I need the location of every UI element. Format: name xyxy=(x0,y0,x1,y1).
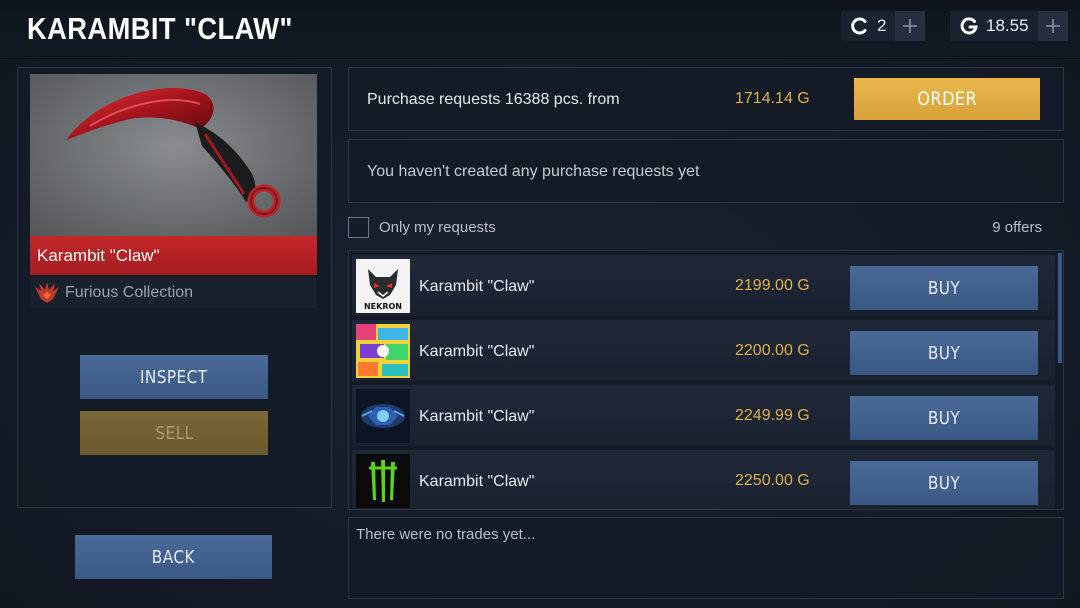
seller-avatar xyxy=(356,389,410,443)
sticker-bomb-avatar-icon xyxy=(356,324,410,378)
inspect-button[interactable]: INSPECT xyxy=(80,355,268,399)
only-my-requests-label[interactable]: Only my requests xyxy=(379,219,496,236)
svg-text:NEKRON: NEKRON xyxy=(364,302,402,311)
monster-claw-avatar-icon xyxy=(356,454,410,508)
currency-coins: 2 xyxy=(841,11,926,41)
buy-button[interactable]: BUY xyxy=(850,266,1038,310)
offer-row: Karambit "Claw" 2200.00 G BUY xyxy=(352,320,1055,381)
buy-button-label: BUY xyxy=(927,407,961,429)
buy-button[interactable]: BUY xyxy=(850,396,1038,440)
offer-row: NEKRON Karambit "Claw" 2199.00 G BUY xyxy=(352,255,1055,316)
item-name: Karambit "Claw" xyxy=(37,246,160,265)
gold-g-icon xyxy=(958,15,980,37)
furious-collection-icon xyxy=(33,281,61,305)
buy-button-label: BUY xyxy=(927,472,961,494)
only-my-requests-checkbox[interactable] xyxy=(348,217,369,238)
collection-name: Furious Collection xyxy=(65,284,194,301)
seller-avatar: NEKRON xyxy=(356,259,410,313)
offer-price: 2249.99 G xyxy=(735,407,810,424)
offers-filter-row: Only my requests 9 offers xyxy=(348,216,1062,238)
plus-icon xyxy=(1045,19,1060,33)
sell-button-label: SELL xyxy=(154,422,194,444)
order-button[interactable]: ORDER xyxy=(854,78,1040,120)
plus-icon xyxy=(903,19,918,33)
no-trades-text: There were no trades yet... xyxy=(356,526,536,543)
item-preview-image xyxy=(30,74,317,236)
wolf-skull-avatar-icon: NEKRON xyxy=(356,259,410,313)
offer-item-name: Karambit "Claw" xyxy=(419,408,535,425)
gold-value: 18.55 xyxy=(986,16,1029,35)
buy-button-label: BUY xyxy=(927,277,961,299)
buy-button[interactable]: BUY xyxy=(850,461,1038,505)
add-coins-button[interactable] xyxy=(895,11,926,41)
offer-item-name: Karambit "Claw" xyxy=(419,473,535,490)
add-gold-button[interactable] xyxy=(1037,11,1068,41)
blue-emblem-avatar-icon xyxy=(356,389,410,443)
offer-row: Karambit "Claw" 2249.99 G BUY xyxy=(352,385,1055,446)
trade-history-panel: There were no trades yet... xyxy=(348,517,1064,599)
offer-price: 2200.00 G xyxy=(735,342,810,359)
offer-row: Karambit "Claw" 2250.00 G BUY xyxy=(352,450,1055,509)
back-button-label: BACK xyxy=(151,546,196,568)
sell-button[interactable]: SELL xyxy=(80,411,268,455)
item-name-banner: Karambit "Claw" xyxy=(30,236,317,275)
seller-avatar xyxy=(356,324,410,378)
seller-avatar xyxy=(356,454,410,508)
coin-c-icon xyxy=(849,15,871,37)
offer-item-name: Karambit "Claw" xyxy=(419,343,535,360)
top-bar: KARAMBIT "CLAW" 2 18.55 xyxy=(0,0,1080,59)
coins-value: 2 xyxy=(877,16,887,35)
page-title: KARAMBIT "CLAW" xyxy=(27,11,293,46)
offers-count: 9 offers xyxy=(992,219,1042,236)
buy-button[interactable]: BUY xyxy=(850,331,1038,375)
offer-item-name: Karambit "Claw" xyxy=(419,278,535,295)
offer-price: 2250.00 G xyxy=(735,472,810,489)
order-button-label: ORDER xyxy=(917,88,977,110)
purchase-request-text: Purchase requests 16388 pcs. from xyxy=(367,91,620,108)
karambit-knife-icon xyxy=(66,87,281,218)
purchase-request-price: 1714.14 G xyxy=(735,90,810,107)
back-button[interactable]: BACK xyxy=(75,535,272,579)
buy-button-label: BUY xyxy=(927,342,961,364)
offers-scrollbar[interactable] xyxy=(1058,253,1062,363)
currency-gold: 18.55 xyxy=(950,11,1068,41)
no-requests-text: You haven't created any purchase request… xyxy=(367,163,700,180)
inspect-button-label: INSPECT xyxy=(140,366,208,388)
offer-price: 2199.00 G xyxy=(735,277,810,294)
offers-list[interactable]: NEKRON Karambit "Claw" 2199.00 G BUY Kar… xyxy=(348,250,1064,510)
collection-row: Furious Collection xyxy=(30,278,317,308)
my-requests-panel: You haven't created any purchase request… xyxy=(348,139,1064,203)
